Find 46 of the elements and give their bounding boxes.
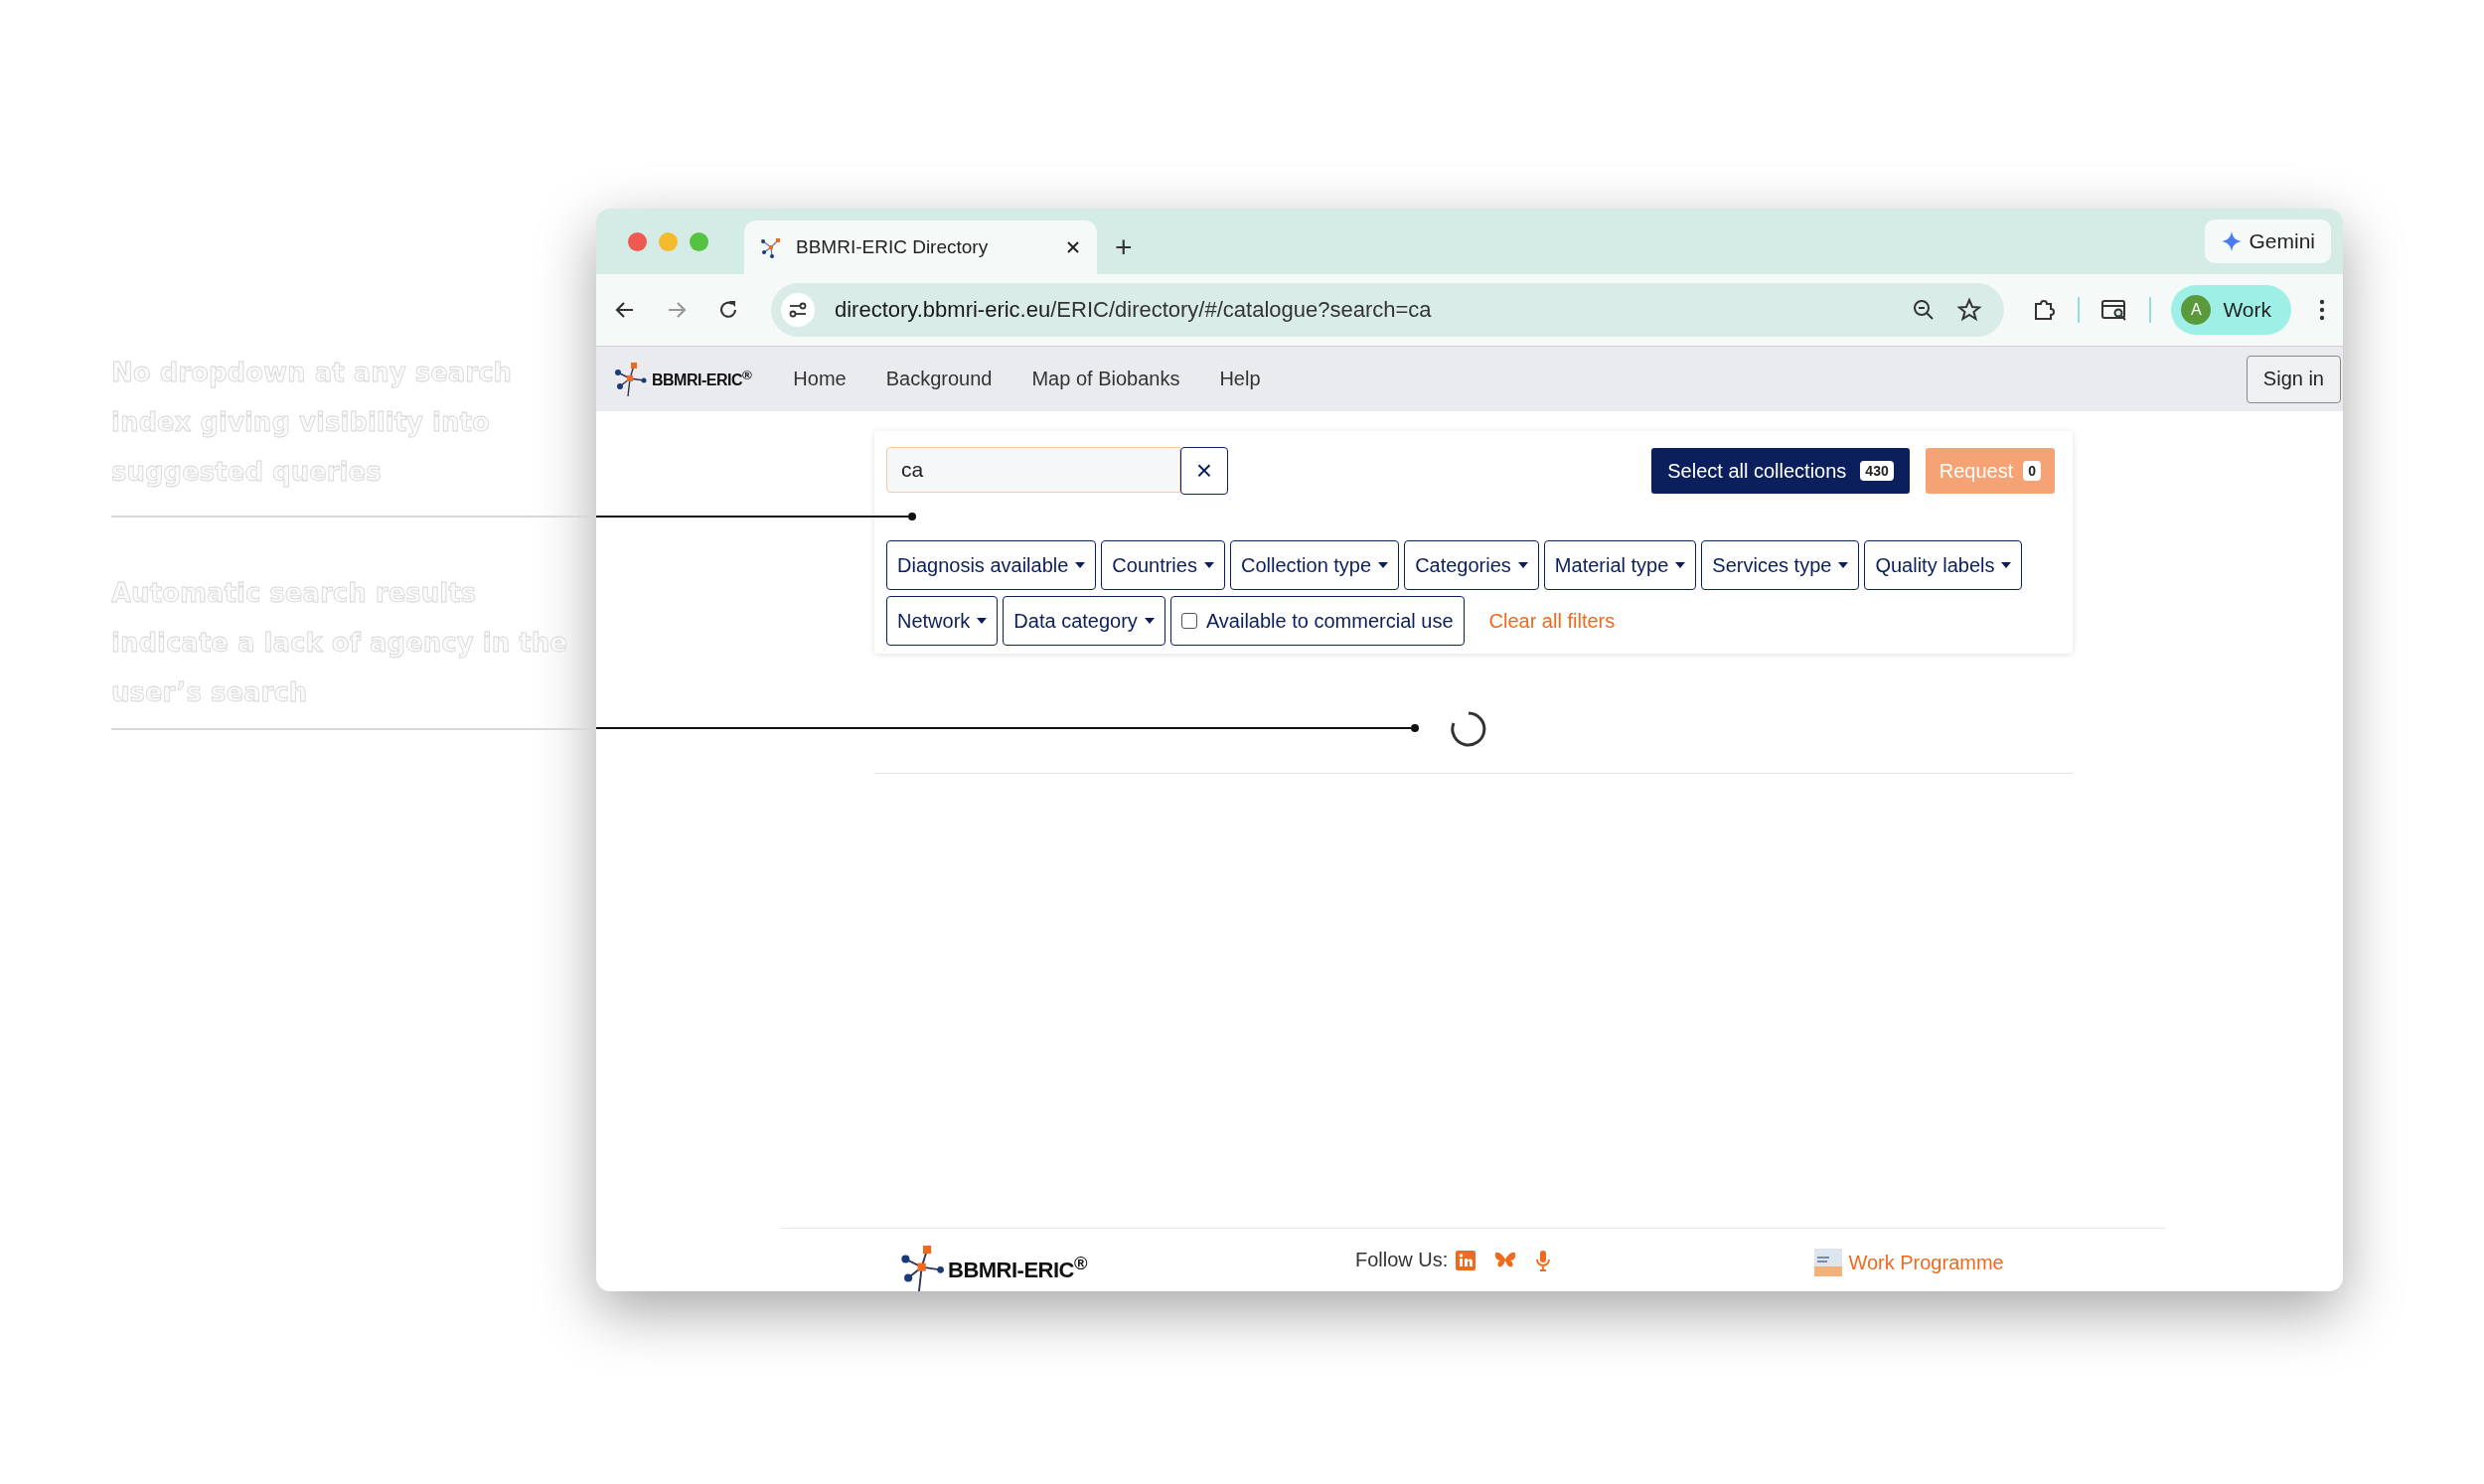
close-window-icon[interactable] xyxy=(628,231,647,251)
linkedin-icon[interactable] xyxy=(1456,1250,1476,1270)
caret-icon xyxy=(1675,561,1686,569)
address-bar[interactable]: directory.bbmri-eric.eu/ERIC/directory/#/catalogue?search=ca xyxy=(771,283,2005,337)
new-tab-button[interactable]: + xyxy=(1097,221,1151,274)
sign-in-button[interactable]: Sign in xyxy=(2246,355,2341,403)
nav-link[interactable]: Help xyxy=(1219,368,1261,390)
filter-dropdown[interactable]: Data category xyxy=(1003,596,1165,646)
footer-logo[interactable]: BBMRI-ERIC$^{®}$ xyxy=(900,1243,1087,1291)
close-icon[interactable] xyxy=(1065,239,1081,255)
browser-tab[interactable]: BBMRI-ERIC Directory xyxy=(744,221,1097,274)
nav-link[interactable]: Background xyxy=(885,368,993,390)
nav-link[interactable]: Home xyxy=(793,368,847,390)
follow-us-label: Follow Us: xyxy=(1355,1249,1449,1271)
caret-icon xyxy=(1203,561,1214,569)
gemini-button[interactable]: Gemini xyxy=(2205,220,2331,263)
menu-icon[interactable] xyxy=(2317,297,2327,323)
filter-dropdown[interactable]: Countries xyxy=(1101,540,1225,590)
site-logo[interactable]: BBMRI-ERIC$^{®}$ xyxy=(614,360,752,398)
profile-button[interactable]: A Work xyxy=(2171,285,2291,335)
caret-icon xyxy=(1517,561,1528,569)
tab-title: BBMRI-ERIC Directory xyxy=(796,236,990,258)
network-icon xyxy=(760,236,782,258)
select-all-button[interactable]: Select all collections 430 xyxy=(1651,448,1910,494)
search-field[interactable]: ca xyxy=(886,447,1180,493)
caret-icon xyxy=(1378,561,1389,569)
filter-dropdown[interactable]: Quality labels xyxy=(1864,540,2023,590)
nav-link[interactable]: Map of Biobanks xyxy=(1031,368,1180,390)
filter-dropdown[interactable]: Material type xyxy=(1543,540,1697,590)
site-settings-icon[interactable] xyxy=(781,293,815,327)
filter-dropdown[interactable]: Services type xyxy=(1701,540,1860,590)
url-text: directory.bbmri-eric.eu/ERIC/directory/#/catalogue?search=ca xyxy=(835,297,1432,323)
caret-icon xyxy=(1838,561,1849,569)
filter-dropdown[interactable]: Network xyxy=(886,596,999,646)
star-icon[interactable] xyxy=(1956,297,1983,323)
caret-icon xyxy=(2001,561,2012,569)
document-thumbnail-icon xyxy=(1814,1249,1843,1276)
microphone-icon[interactable] xyxy=(1535,1249,1552,1271)
filter-dropdown[interactable]: Collection type xyxy=(1229,540,1400,590)
caret-icon xyxy=(1144,617,1155,625)
clear-search-button[interactable]: × xyxy=(1180,447,1228,495)
filter-checkbox[interactable]: Available to commercial use xyxy=(1169,596,1465,646)
filter-dropdown[interactable]: Diagnosis available xyxy=(886,540,1097,590)
filter-dropdown[interactable]: Categories xyxy=(1404,540,1539,590)
caret-icon xyxy=(1075,561,1086,569)
caret-icon xyxy=(977,617,988,625)
